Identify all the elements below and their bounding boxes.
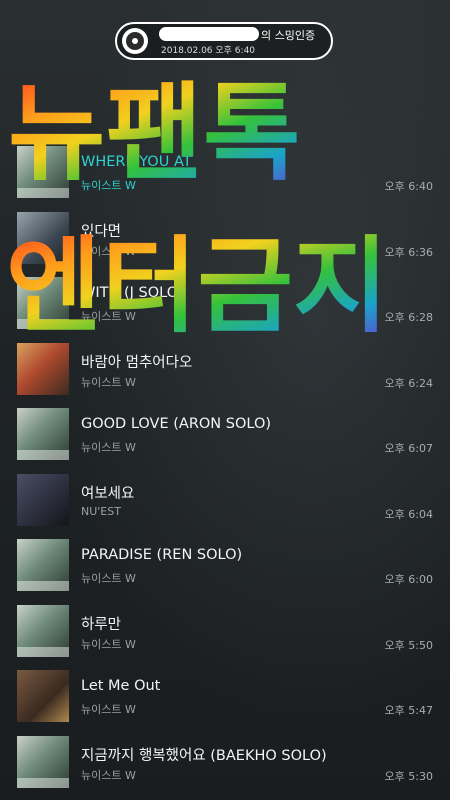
track-time: 오후 6:40 <box>384 180 433 193</box>
track-title: WHERE YOU AT <box>81 154 192 170</box>
track-artist: 뉴이스트 W <box>81 441 136 454</box>
album-art <box>17 604 69 657</box>
track-time: 오후 6:36 <box>384 245 433 259</box>
track-row[interactable]: 지금까지 행복했어요 (BAEKHO SOLO) 뉴이스트 W 오후 5:30 <box>0 730 450 796</box>
track-row[interactable]: 여보세요 NU'EST 오후 6:04 <box>0 468 450 534</box>
album-art <box>17 342 69 395</box>
track-artist: 뉴이스트 W <box>81 179 136 192</box>
track-row[interactable]: 있다면 뉴이스트 W 오후 6:36 <box>0 206 450 272</box>
redacted-username <box>159 27 259 41</box>
track-time: 오후 6:04 <box>384 507 433 521</box>
track-row[interactable]: Let Me Out 뉴이스트 W 오후 5:47 <box>0 664 450 730</box>
track-artist: 뉴이스트 W <box>81 375 136 389</box>
track-time: 오후 5:50 <box>384 638 433 652</box>
track-row[interactable]: WHERE YOU AT 뉴이스트 W 오후 6:40 <box>0 140 450 206</box>
track-list: WHERE YOU AT 뉴이스트 W 오후 6:40 있다면 뉴이스트 W 오… <box>0 140 450 795</box>
track-title: 있다면 <box>81 223 122 240</box>
track-time: 오후 6:00 <box>384 573 433 586</box>
track-title: Let Me Out <box>81 678 161 694</box>
track-row[interactable]: PARADISE (REN SOLO) 뉴이스트 W 오후 6:00 <box>0 533 450 599</box>
track-row[interactable]: WITH (J SOLO) 뉴이스트 W 오후 6:28 <box>0 271 450 337</box>
track-row[interactable]: GOOD LOVE (ARON SOLO) 뉴이스트 W 오후 6:07 <box>0 402 450 468</box>
track-time: 오후 6:28 <box>384 311 433 324</box>
vinyl-record-icon <box>122 28 148 54</box>
track-title: GOOD LOVE (ARON SOLO) <box>81 416 272 432</box>
track-artist: 뉴이스트 W <box>81 703 136 716</box>
album-art <box>17 473 69 526</box>
track-title: 여보세요 <box>81 485 135 502</box>
badge-date: 2018.02.06 오후 6:40 <box>161 46 256 56</box>
track-time: 오후 5:30 <box>384 769 433 783</box>
track-artist: 뉴이스트 W <box>81 637 136 651</box>
album-art <box>17 735 69 788</box>
album-art <box>17 670 69 722</box>
stream-proof-badge: 의 스밍인증 2018.02.06 오후 6:40 <box>115 22 333 60</box>
album-art <box>17 539 69 591</box>
track-title: 지금까지 행복했어요 (BAEKHO SOLO) <box>81 747 327 764</box>
track-artist: 뉴이스트 W <box>81 768 136 782</box>
track-title: 바람아 멈추어다오 <box>81 354 193 371</box>
track-artist: 뉴이스트 W <box>81 310 136 323</box>
album-art <box>17 211 69 264</box>
track-artist: NU'EST <box>81 504 121 518</box>
track-title: WITH (J SOLO) <box>81 285 184 301</box>
album-art <box>17 277 69 329</box>
track-artist: 뉴이스트 W <box>81 244 136 258</box>
track-title: PARADISE (REN SOLO) <box>81 547 243 563</box>
track-title: 하루만 <box>81 616 122 633</box>
badge-title: 의 스밍인증 <box>261 29 316 42</box>
album-art <box>17 146 69 198</box>
track-time: 오후 5:47 <box>384 704 433 717</box>
album-art <box>17 408 69 460</box>
track-row[interactable]: 하루만 뉴이스트 W 오후 5:50 <box>0 599 450 665</box>
track-row[interactable]: 바람아 멈추어다오 뉴이스트 W 오후 6:24 <box>0 337 450 403</box>
track-time: 오후 6:07 <box>384 442 433 455</box>
track-time: 오후 6:24 <box>384 376 433 390</box>
track-artist: 뉴이스트 W <box>81 572 136 585</box>
